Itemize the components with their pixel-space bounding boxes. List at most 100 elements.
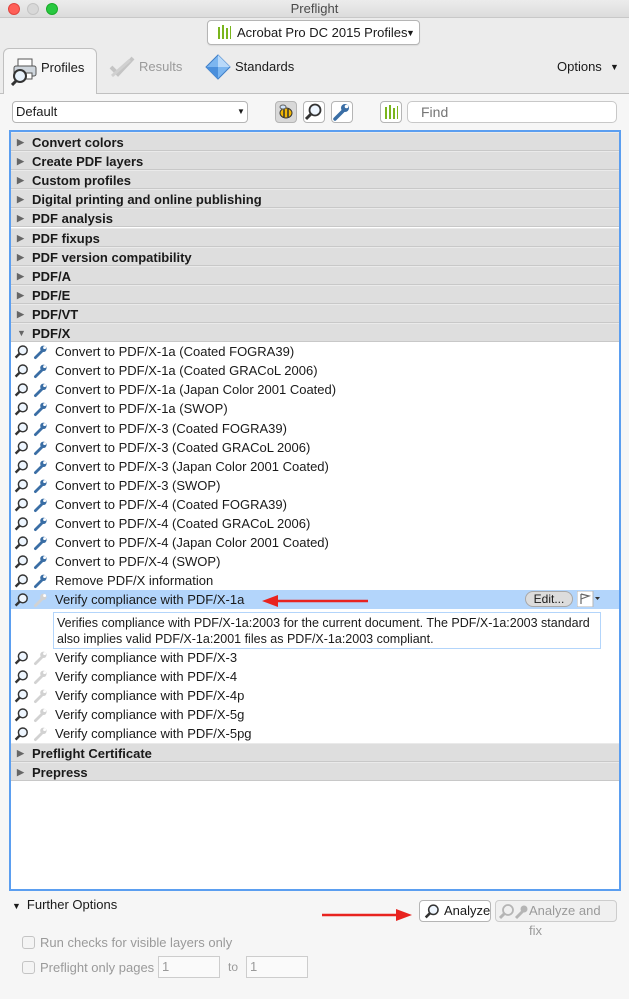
- category-row[interactable]: ▼ PDF/X: [11, 323, 619, 342]
- category-row[interactable]: ▶ PDF analysis: [11, 208, 619, 228]
- close-window-button[interactable]: [8, 3, 20, 15]
- category-label: PDF/E: [32, 287, 71, 303]
- tab-results[interactable]: Results: [108, 48, 188, 94]
- category-label: Digital printing and online publishing: [32, 192, 262, 208]
- profile-label: Convert to PDF/X-3 (Japan Color 2001 Coa…: [55, 458, 329, 474]
- show-checks-button[interactable]: [303, 101, 325, 123]
- profile-row[interactable]: Verify compliance with PDF/X-5pg: [11, 724, 619, 743]
- profile-row[interactable]: Convert to PDF/X-4 (Coated GRACoL 2006): [11, 514, 619, 533]
- wrench-icon: [34, 460, 47, 474]
- category-label: PDF/VT: [32, 306, 79, 322]
- tab-standards[interactable]: Standards: [205, 48, 305, 94]
- profile-row[interactable]: Convert to PDF/X-3 (SWOP): [11, 476, 619, 495]
- category-row[interactable]: ▶ PDF/E: [11, 284, 619, 304]
- category-row[interactable]: ▶ Prepress: [11, 762, 619, 782]
- annotation-arrow-analyze: [322, 909, 412, 921]
- profile-label: Convert to PDF/X-1a (SWOP): [55, 401, 228, 417]
- profiles-list[interactable]: ▶ Convert colors ▶ Create PDF layers ▶ Custom…: [9, 130, 621, 891]
- category-row[interactable]: ▶ Digital printing and online publishing: [11, 189, 619, 209]
- disclosure-closed-icon: ▶: [17, 270, 24, 281]
- category-label: Convert colors: [32, 135, 124, 150]
- edit-profile-button[interactable]: Edit...: [525, 591, 573, 608]
- analyze-button[interactable]: Analyze: [419, 900, 491, 922]
- show-fixups-button[interactable]: [331, 101, 353, 123]
- category-label: PDF/A: [32, 268, 71, 284]
- magnifier-icon: [14, 517, 28, 531]
- wrench-icon: [34, 383, 47, 398]
- wrench-icon: [34, 708, 47, 722]
- category-label: Preflight Certificate: [32, 746, 152, 762]
- profile-row[interactable]: Convert to PDF/X-3 (Coated FOGRA39): [11, 419, 619, 438]
- disclosure-closed-icon: ▶: [17, 767, 24, 778]
- chevron-down-icon: ▼: [237, 107, 245, 116]
- wrench-icon: [34, 727, 47, 742]
- window-title: Preflight: [290, 1, 339, 16]
- preflight-pages-checkbox[interactable]: [22, 961, 35, 974]
- category-row[interactable]: ▶ Convert colors: [11, 132, 619, 151]
- flag-menu-icon[interactable]: [577, 591, 601, 608]
- profile-label: Convert to PDF/X-4 (SWOP): [55, 554, 221, 570]
- profile-row[interactable]: Convert to PDF/X-4 (SWOP): [11, 552, 619, 571]
- profile-label: Convert to PDF/X-3 (Coated FOGRA39): [55, 420, 287, 436]
- wrench-icon: [34, 517, 47, 531]
- profile-row[interactable]: Verify compliance with PDF/X-4: [11, 667, 619, 686]
- profile-label: Verify compliance with PDF/X-3: [55, 649, 238, 665]
- profile-row[interactable]: Convert to PDF/X-1a (Japan Color 2001 Co…: [11, 380, 619, 399]
- profile-row[interactable]: Convert to PDF/X-4 (Japan Color 2001 Coa…: [11, 533, 619, 552]
- profile-row[interactable]: Verify compliance with PDF/X-5g: [11, 705, 619, 724]
- magnifier-icon: [14, 650, 28, 665]
- magnifier-icon: [14, 593, 28, 607]
- disclosure-closed-icon: ▶: [17, 213, 24, 224]
- tab-profiles[interactable]: Profiles: [3, 48, 97, 94]
- magnifier-icon: [14, 670, 28, 684]
- category-row[interactable]: ▶ PDF/A: [11, 265, 619, 285]
- category-label: Custom profiles: [32, 173, 131, 189]
- results-check-icon: [109, 56, 135, 78]
- minimize-window-button[interactable]: [27, 3, 39, 15]
- magnifier-icon: [14, 459, 28, 474]
- category-label: PDF analysis: [32, 211, 113, 227]
- category-row[interactable]: ▶ PDF version compatibility: [11, 246, 619, 266]
- profiles-bars-icon: [217, 25, 231, 39]
- magnifier-icon: [14, 498, 28, 512]
- profile-row[interactable]: Convert to PDF/X-4 (Coated FOGRA39): [11, 495, 619, 514]
- profile-row[interactable]: Verify compliance with PDF/X-3: [11, 648, 619, 667]
- profile-filter-dropdown[interactable]: Default ▼: [12, 101, 248, 123]
- to-page-input[interactable]: 1: [246, 956, 308, 978]
- profile-label: Convert to PDF/X-1a (Japan Color 2001 Co…: [55, 382, 337, 398]
- category-row[interactable]: ▶ Preflight Certificate: [11, 743, 619, 763]
- profile-row[interactable]: Verify compliance with PDF/X-4p: [11, 686, 619, 705]
- magnifier-icon: [14, 689, 28, 703]
- profile-label: Convert to PDF/X-1a (Coated GRACoL 2006): [55, 363, 318, 379]
- from-page-input[interactable]: 1: [158, 956, 220, 978]
- category-row[interactable]: ▶ PDF fixups: [11, 227, 619, 247]
- wrench-icon: [34, 670, 47, 684]
- profile-label: Convert to PDF/X-4 (Coated FOGRA39): [55, 496, 287, 512]
- category-row[interactable]: ▶ Custom profiles: [11, 170, 619, 190]
- show-all-profiles-button[interactable]: [275, 101, 297, 123]
- profile-set-selector[interactable]: Acrobat Pro DC 2015 Profiles ▼: [207, 20, 420, 45]
- profile-row[interactable]: Convert to PDF/X-1a (Coated FOGRA39): [11, 342, 619, 361]
- further-options-toggle[interactable]: ▼ Further Options: [12, 897, 117, 912]
- analyze-and-fix-button[interactable]: Analyze and fix: [495, 900, 617, 938]
- magnifier-icon: [14, 402, 28, 416]
- profile-row[interactable]: Convert to PDF/X-3 (Japan Color 2001 Coa…: [11, 457, 619, 476]
- find-input[interactable]: [407, 101, 617, 123]
- show-profiles-only-button[interactable]: [380, 101, 402, 123]
- active-tab-gap: [4, 93, 96, 94]
- profile-row[interactable]: Convert to PDF/X-1a (Coated GRACoL 2006): [11, 361, 619, 380]
- disclosure-closed-icon: ▶: [17, 175, 24, 186]
- magnifier-icon: [14, 555, 28, 569]
- profile-row[interactable]: Convert to PDF/X-3 (Coated GRACoL 2006): [11, 438, 619, 457]
- profile-row[interactable]: Remove PDF/X information: [11, 571, 619, 590]
- zoom-window-button[interactable]: [46, 3, 58, 15]
- profile-row[interactable]: Convert to PDF/X-1a (SWOP): [11, 399, 619, 418]
- category-row[interactable]: ▶ Create PDF layers: [11, 151, 619, 171]
- wrench-icon: [34, 536, 47, 551]
- magnifier-icon: [14, 421, 28, 435]
- category-row[interactable]: ▶ PDF/VT: [11, 303, 619, 323]
- magnifier-icon: [14, 364, 28, 378]
- options-menu[interactable]: Options ▼: [557, 48, 621, 94]
- profile-label: Verify compliance with PDF/X-5pg: [55, 726, 252, 742]
- visible-layers-checkbox[interactable]: [22, 936, 35, 949]
